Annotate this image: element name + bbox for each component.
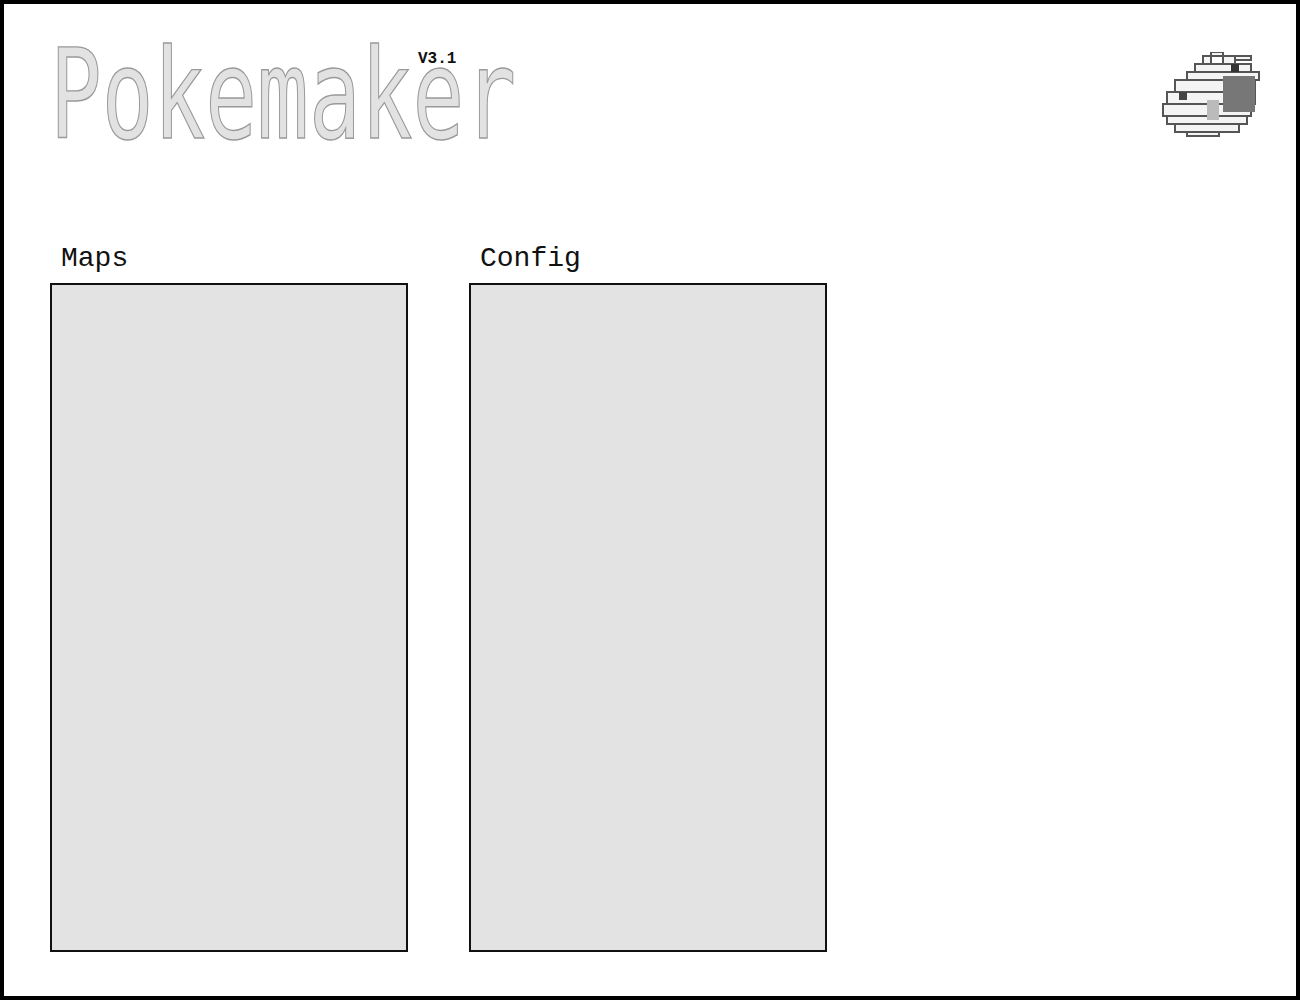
version-label: V3.1	[418, 50, 456, 68]
panels-area: Maps Config	[50, 242, 1260, 952]
logo: Pokemaker V3.1	[50, 32, 530, 142]
panel-column: Config	[469, 242, 827, 952]
mascot-icon	[1162, 52, 1260, 140]
panel-box[interactable]	[50, 283, 408, 952]
app-window: Pokemaker V3.1 Maps Config	[0, 0, 1300, 1000]
logo-title: Pokemaker	[50, 32, 530, 157]
panel-label: Config	[480, 242, 827, 276]
panel-label: Maps	[61, 242, 408, 276]
panel-column: Maps	[50, 242, 408, 952]
header: Pokemaker V3.1	[50, 4, 1260, 214]
panel-box[interactable]	[469, 283, 827, 952]
